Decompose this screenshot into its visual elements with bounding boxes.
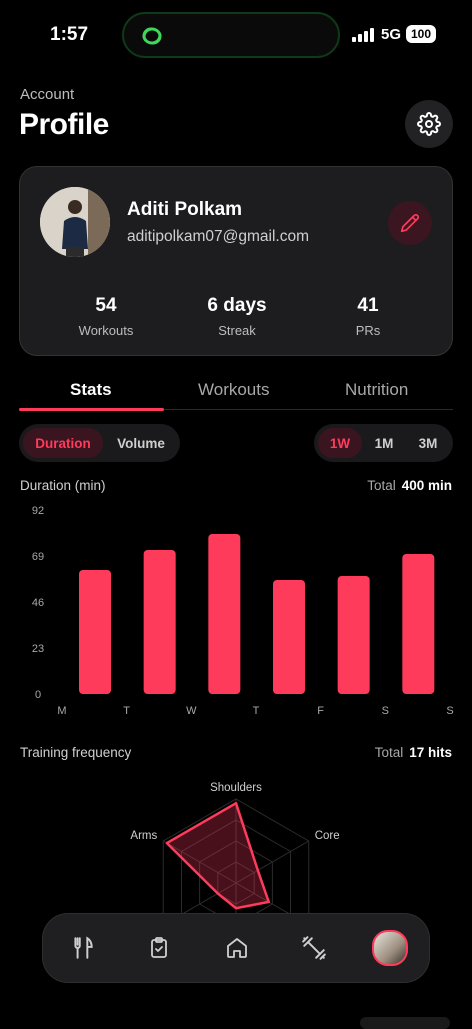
bar[interactable] xyxy=(273,580,305,694)
profile-card: Aditi Polkam aditipolkam07@gmail.com 54 … xyxy=(19,166,453,356)
stat-value: 41 xyxy=(357,295,379,316)
avatar[interactable] xyxy=(40,187,110,257)
tab-nutrition[interactable]: Nutrition xyxy=(345,380,408,400)
y-tick-label: 46 xyxy=(32,597,44,609)
total-label: Total xyxy=(367,478,396,493)
duration-total: Total 400 min xyxy=(367,478,452,493)
bar[interactable] xyxy=(208,534,241,694)
stat-workouts: 54 Workouts xyxy=(46,295,166,338)
x-tick-label: W xyxy=(186,705,197,717)
edit-profile-button[interactable] xyxy=(388,201,432,245)
metric-toggle: Duration Volume xyxy=(19,424,180,462)
signal-icon xyxy=(352,28,374,42)
x-tick-label: S xyxy=(382,705,389,717)
nav-workouts[interactable] xyxy=(139,928,179,968)
bar[interactable] xyxy=(337,576,370,694)
breadcrumb: Account xyxy=(20,86,75,103)
page-title: Profile xyxy=(19,108,109,141)
clipboard-check-icon xyxy=(151,937,167,958)
toggle-duration[interactable]: Duration xyxy=(23,428,103,458)
bar[interactable] xyxy=(79,570,111,694)
stat-label: PRs xyxy=(355,323,381,338)
frequency-label: Training frequency xyxy=(20,745,132,760)
dumbbell-icon xyxy=(302,936,326,960)
total-value: 400 min xyxy=(401,478,452,493)
x-tick-label: S xyxy=(446,705,453,717)
pencil-icon xyxy=(400,214,419,233)
radar-axis-label: Arms xyxy=(130,830,157,842)
home-icon xyxy=(227,938,247,958)
stat-label: Streak xyxy=(218,323,256,338)
total-label: Total xyxy=(374,745,404,760)
duration-bar-chart: 0 23 46 69 92 M T W T F S S xyxy=(32,505,454,717)
y-tick-label: 0 xyxy=(35,689,41,701)
stat-label: Workouts xyxy=(78,323,134,338)
stat-value: 6 days xyxy=(207,295,267,316)
frequency-radar-chart: Shoulders Core Arms xyxy=(130,782,340,920)
range-1w[interactable]: 1W xyxy=(318,428,362,458)
bottom-nav xyxy=(42,913,430,983)
nav-home[interactable] xyxy=(217,928,257,968)
battery-indicator: 100 xyxy=(406,25,436,43)
stat-prs: 41 PRs xyxy=(308,295,428,338)
partial-element xyxy=(360,1017,450,1029)
x-tick-label: F xyxy=(317,705,324,717)
y-tick-label: 69 xyxy=(32,551,44,563)
nav-exercises[interactable] xyxy=(294,928,334,968)
app-link-icon xyxy=(142,27,162,45)
bar[interactable] xyxy=(402,554,435,694)
range-toggle: 1W 1M 3M xyxy=(314,424,453,462)
toggle-volume[interactable]: Volume xyxy=(107,428,175,458)
y-tick-label: 23 xyxy=(32,643,44,655)
x-tick-label: T xyxy=(123,705,130,717)
nav-profile[interactable] xyxy=(370,928,410,968)
stat-streak: 6 days Streak xyxy=(177,295,297,338)
profile-email: aditipolkam07@gmail.com xyxy=(127,228,310,245)
duration-chart-label: Duration (min) xyxy=(20,478,106,493)
gear-icon xyxy=(417,112,441,136)
tab-active-indicator xyxy=(19,408,164,411)
status-time: 1:57 xyxy=(50,24,89,45)
radar-shape xyxy=(165,801,270,910)
bar[interactable] xyxy=(143,550,176,694)
tab-workouts[interactable]: Workouts xyxy=(198,380,270,400)
avatar-photo xyxy=(40,187,110,257)
network-label: 5G xyxy=(381,26,402,43)
range-3m[interactable]: 3M xyxy=(406,428,450,458)
total-value: 17 hits xyxy=(409,745,452,760)
stat-value: 54 xyxy=(95,295,117,316)
settings-button[interactable] xyxy=(405,100,453,148)
x-tick-label: M xyxy=(57,705,66,717)
dynamic-island xyxy=(122,12,340,58)
nav-nutrition[interactable] xyxy=(63,928,103,968)
y-tick-label: 92 xyxy=(32,505,44,517)
radar-axis-label: Shoulders xyxy=(210,782,262,794)
frequency-total: Total 17 hits xyxy=(375,745,452,760)
radar-axis-label: Core xyxy=(315,830,340,842)
profile-name: Aditi Polkam xyxy=(127,199,243,220)
fork-knife-icon xyxy=(74,936,93,959)
range-1m[interactable]: 1M xyxy=(362,428,406,458)
tab-stats[interactable]: Stats xyxy=(70,380,112,400)
avatar xyxy=(372,930,408,966)
x-tick-label: T xyxy=(253,705,260,717)
